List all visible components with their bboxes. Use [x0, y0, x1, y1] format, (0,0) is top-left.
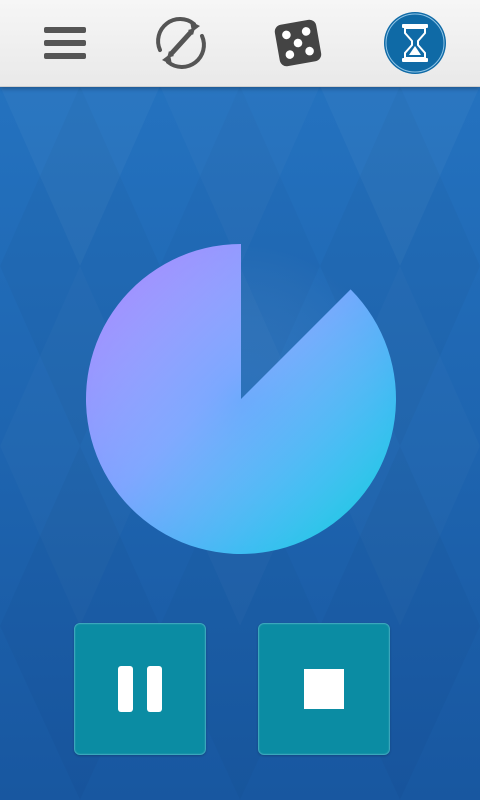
stop-button[interactable] [258, 623, 390, 755]
rotate-button[interactable] [148, 10, 214, 76]
menu-button[interactable] [32, 10, 98, 76]
dice-icon [274, 19, 322, 67]
pause-bar-left [118, 666, 133, 712]
menu-icon [44, 27, 86, 59]
timer-app [0, 0, 480, 800]
rotate-arrows-icon [156, 17, 206, 69]
stop-icon [304, 669, 344, 709]
dice-button[interactable] [265, 10, 331, 76]
pause-button[interactable] [74, 623, 206, 755]
timer-tab-button[interactable] [382, 10, 448, 76]
timer-screen [0, 86, 480, 800]
pause-bar-right [147, 666, 162, 712]
pause-icon [111, 666, 169, 712]
countdown-pie [85, 244, 396, 554]
top-toolbar [0, 0, 480, 87]
hourglass-icon [384, 12, 446, 74]
